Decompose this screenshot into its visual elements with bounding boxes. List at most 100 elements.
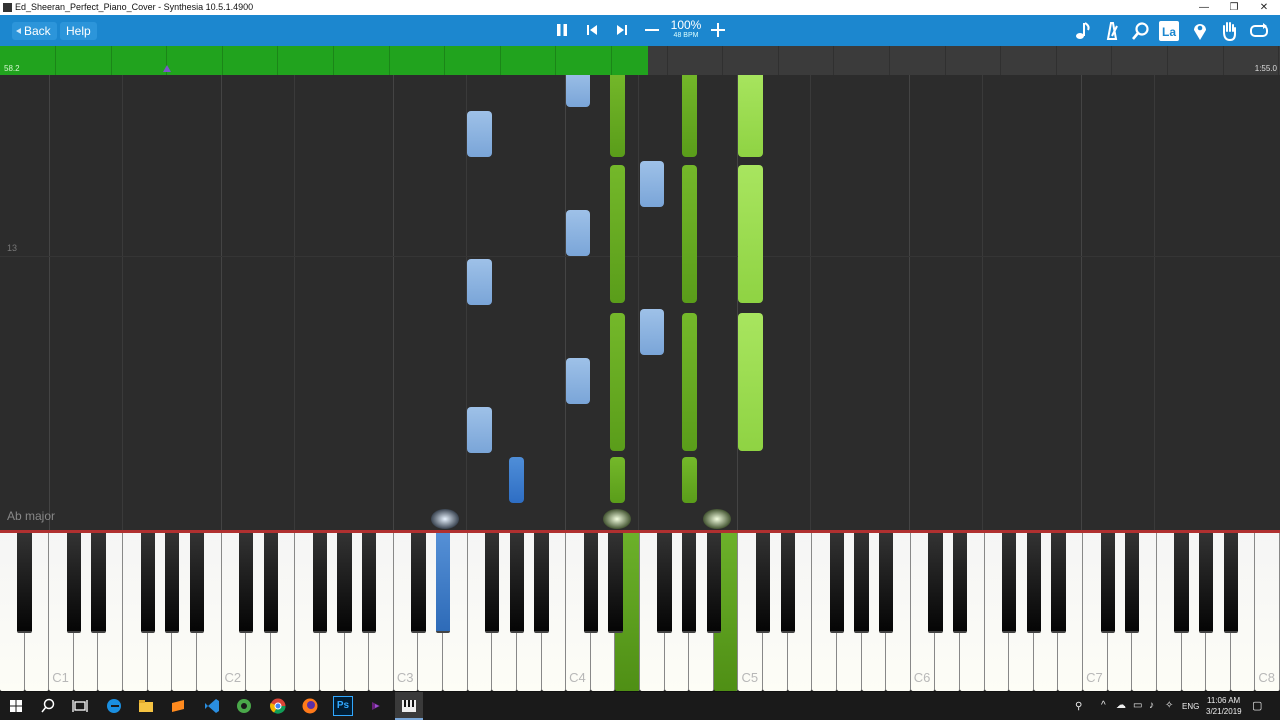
black-key[interactable] — [952, 533, 968, 633]
plus-icon[interactable] — [708, 20, 728, 40]
black-key[interactable] — [780, 533, 795, 633]
progress-tick — [55, 46, 56, 75]
black-key[interactable] — [534, 533, 549, 633]
left-hand-note — [640, 309, 664, 355]
synthesia-taskbar-item[interactable] — [395, 692, 423, 720]
left-hand-note — [467, 111, 492, 157]
network-icon[interactable]: ▭ — [1133, 700, 1142, 711]
progress-tick — [1111, 46, 1112, 75]
black-key[interactable] — [879, 533, 894, 633]
black-key[interactable] — [1100, 533, 1115, 633]
black-key[interactable] — [509, 533, 525, 633]
hand-icon[interactable] — [1218, 20, 1240, 42]
song-position: 58.2 — [4, 64, 20, 73]
key-hit-glow — [703, 509, 731, 529]
black-key[interactable] — [435, 533, 451, 633]
chrome-icon[interactable] — [268, 696, 288, 716]
location-icon[interactable] — [1189, 20, 1211, 42]
note-icon[interactable] — [1072, 20, 1094, 42]
black-key[interactable] — [608, 533, 623, 633]
black-key[interactable] — [411, 533, 426, 633]
black-key[interactable] — [17, 533, 32, 633]
progress-tick — [1000, 46, 1001, 75]
black-key[interactable] — [263, 533, 278, 633]
black-key[interactable] — [928, 533, 943, 633]
black-key[interactable] — [1223, 533, 1238, 633]
sublime-icon[interactable] — [168, 696, 188, 716]
black-key[interactable] — [312, 533, 328, 633]
windows-taskbar: Ps ⚲ ^ ☁ ▭ ♪ ✧ ENG 11:06 AM 3/21/2019 ▢ — [0, 692, 1280, 720]
file-explorer-icon[interactable] — [136, 696, 156, 716]
minimize-button[interactable]: — — [1189, 0, 1219, 15]
right-hand-note — [682, 165, 697, 303]
progress-tick — [277, 46, 278, 75]
black-key[interactable] — [583, 533, 598, 633]
left-hand-note — [467, 259, 492, 305]
black-key[interactable] — [682, 533, 697, 633]
black-key[interactable] — [66, 533, 81, 633]
black-key[interactable] — [239, 533, 254, 633]
skip-forward-icon[interactable] — [612, 20, 632, 40]
minus-icon[interactable] — [642, 20, 662, 40]
task-view-icon[interactable] — [70, 696, 90, 716]
progress-tick — [667, 46, 668, 75]
app-icon[interactable] — [234, 696, 254, 716]
close-button[interactable]: ✕ — [1249, 0, 1279, 15]
vscode-icon[interactable] — [202, 696, 222, 716]
people-icon[interactable]: ⚲ — [1075, 701, 1082, 712]
loop-icon[interactable] — [1248, 20, 1270, 42]
chevron-up-icon[interactable]: ^ — [1101, 700, 1106, 711]
octave-label: C1 — [52, 670, 69, 685]
cloud-icon[interactable]: ☁ — [1116, 700, 1126, 711]
metronome-icon[interactable] — [1101, 20, 1123, 42]
firefox-icon[interactable] — [300, 696, 320, 716]
black-key[interactable] — [657, 533, 672, 633]
edge-icon[interactable] — [104, 696, 124, 716]
grid-line — [49, 75, 50, 530]
black-key[interactable] — [91, 533, 106, 633]
black-key[interactable] — [362, 533, 377, 633]
language-indicator[interactable]: ENG — [1182, 702, 1199, 711]
search-icon[interactable] — [38, 696, 58, 716]
clock-date[interactable]: 3/21/2019 — [1206, 707, 1242, 716]
measure-line — [0, 256, 1280, 257]
dropbox-icon[interactable]: ✧ — [1165, 700, 1173, 711]
black-key[interactable] — [854, 533, 869, 633]
pause-icon[interactable] — [552, 20, 572, 40]
help-button[interactable]: Help — [60, 22, 97, 40]
right-hand-note — [610, 165, 625, 303]
progress-tick — [722, 46, 723, 75]
black-key[interactable] — [165, 533, 180, 633]
search-icon[interactable] — [1130, 20, 1152, 42]
skip-back-icon[interactable] — [582, 20, 602, 40]
black-key[interactable] — [140, 533, 155, 633]
restore-button[interactable]: ❐ — [1219, 0, 1249, 15]
black-key[interactable] — [706, 533, 721, 633]
black-key[interactable] — [189, 533, 205, 633]
black-key[interactable] — [755, 533, 771, 633]
visual-studio-icon[interactable] — [366, 696, 386, 716]
labels-icon[interactable]: La — [1159, 21, 1179, 41]
white-key[interactable] — [1255, 533, 1280, 691]
progress-tick — [889, 46, 890, 75]
black-key[interactable] — [1174, 533, 1189, 633]
back-button[interactable]: Back — [12, 22, 57, 40]
black-key[interactable] — [1199, 533, 1214, 633]
progress-tick — [111, 46, 112, 75]
black-key[interactable] — [1026, 533, 1041, 633]
piano-keyboard[interactable]: C1 C2 C3 C4 C5 C6 C7 C8 — [0, 530, 1280, 692]
loop-start-marker[interactable] — [163, 65, 171, 72]
black-key[interactable] — [1125, 533, 1140, 633]
black-key[interactable] — [1002, 533, 1017, 633]
black-key[interactable] — [829, 533, 845, 633]
notifications-icon[interactable]: ▢ — [1252, 699, 1262, 712]
black-key[interactable] — [1051, 533, 1066, 633]
left-hand-note — [467, 407, 492, 453]
black-key[interactable] — [485, 533, 500, 633]
clock-time[interactable]: 11:06 AM — [1207, 696, 1240, 705]
black-key[interactable] — [337, 533, 352, 633]
volume-icon[interactable]: ♪ — [1149, 700, 1154, 711]
windows-start-icon[interactable] — [6, 696, 26, 716]
song-progress-bar[interactable]: 58.2 1:55.0 — [0, 46, 1280, 75]
photoshop-icon[interactable]: Ps — [333, 696, 353, 716]
